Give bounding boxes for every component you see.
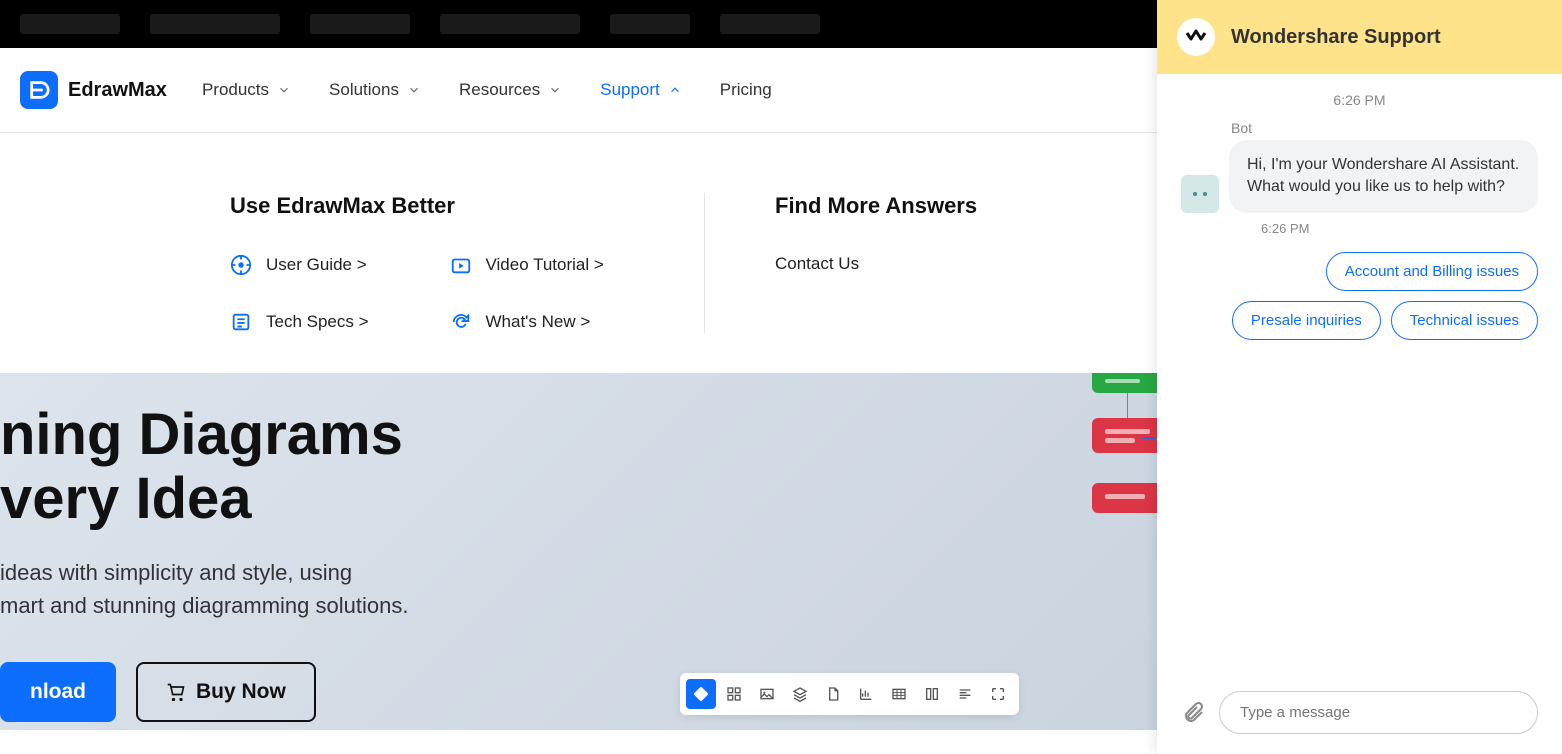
toolbar-image[interactable] xyxy=(752,679,782,709)
nav-pricing-label: Pricing xyxy=(720,80,772,100)
link-tech-specs-label: Tech Specs > xyxy=(266,312,369,332)
logo-section[interactable]: EdrawMax xyxy=(20,71,167,109)
toolbar-shape[interactable] xyxy=(686,679,716,709)
toolbar-expand[interactable] xyxy=(983,679,1013,709)
hero-buy-label: Buy Now xyxy=(196,680,286,704)
link-video-tutorial-label: Video Tutorial > xyxy=(486,255,604,275)
link-user-guide-label: User Guide > xyxy=(266,255,367,275)
diagram-toolbar xyxy=(680,673,1019,715)
hero-title-line1: ning Diagrams xyxy=(0,402,403,467)
nav-solutions-label: Solutions xyxy=(329,80,399,100)
hero-buttons: nload Buy Now xyxy=(0,662,781,722)
brand-name: EdrawMax xyxy=(68,79,167,102)
link-video-tutorial[interactable]: Video Tutorial > xyxy=(450,254,655,276)
chat-message-row: Hi, I'm your Wondershare AI Assistant. W… xyxy=(1181,140,1538,213)
blurred-tab xyxy=(720,14,820,34)
chat-header: Wondershare Support xyxy=(1157,0,1562,74)
target-icon xyxy=(230,254,252,276)
nav-support-label: Support xyxy=(600,80,660,100)
toolbar-table[interactable] xyxy=(884,679,914,709)
dropdown-col-find-answers: Find More Answers Contact Us xyxy=(705,193,977,333)
chevron-down-icon xyxy=(407,83,421,97)
refresh-icon xyxy=(450,311,472,333)
hero-sub-line2: mart and stunning diagramming solutions. xyxy=(0,593,408,618)
hero-content: ning Diagrams very Idea ideas with simpl… xyxy=(0,373,781,730)
specs-icon xyxy=(230,311,252,333)
blurred-tab xyxy=(610,14,690,34)
chat-input-area xyxy=(1157,675,1562,754)
chat-message-bubble: Hi, I'm your Wondershare AI Assistant. W… xyxy=(1229,140,1538,213)
nav-pricing[interactable]: Pricing xyxy=(720,80,772,100)
toolbar-grid[interactable] xyxy=(719,679,749,709)
quick-reply-presale[interactable]: Presale inquiries xyxy=(1232,301,1381,340)
nav-support[interactable]: Support xyxy=(600,80,682,100)
nav-resources[interactable]: Resources xyxy=(459,80,562,100)
video-icon xyxy=(450,254,472,276)
link-contact-us-label: Contact Us xyxy=(775,254,859,274)
chat-timestamp: 6:26 PM xyxy=(1181,92,1538,108)
chat-sender-label: Bot xyxy=(1231,120,1538,136)
chat-body: 6:26 PM Bot Hi, I'm your Wondershare AI … xyxy=(1157,74,1562,675)
quick-reply-technical[interactable]: Technical issues xyxy=(1391,301,1538,340)
nav-resources-label: Resources xyxy=(459,80,540,100)
link-whats-new-label: What's New > xyxy=(486,312,591,332)
dropdown-title-find-answers: Find More Answers xyxy=(775,193,977,219)
wondershare-logo-icon xyxy=(1177,18,1215,56)
blurred-tab xyxy=(310,14,410,34)
chevron-down-icon xyxy=(548,83,562,97)
hero-sub-line1: ideas with simplicity and style, using xyxy=(0,560,352,585)
toolbar-align[interactable] xyxy=(950,679,980,709)
chat-message-input[interactable] xyxy=(1219,691,1538,734)
diagram-node xyxy=(1092,373,1162,393)
hero-title-line2: very Idea xyxy=(0,466,252,531)
link-whats-new[interactable]: What's New > xyxy=(450,311,655,333)
link-user-guide[interactable]: User Guide > xyxy=(230,254,435,276)
dropdown-col-use-better: Use EdrawMax Better User Guide > Video T… xyxy=(230,193,705,333)
toolbar-columns[interactable] xyxy=(917,679,947,709)
link-contact-us[interactable]: Contact Us xyxy=(775,254,977,274)
chevron-up-icon xyxy=(668,83,682,97)
bot-avatar-icon xyxy=(1181,175,1219,213)
nav-solutions[interactable]: Solutions xyxy=(329,80,421,100)
blurred-tab xyxy=(20,14,120,34)
toolbar-document[interactable] xyxy=(818,679,848,709)
hero-title: ning Diagrams very Idea xyxy=(0,403,781,531)
toolbar-layers[interactable] xyxy=(785,679,815,709)
blurred-tab xyxy=(440,14,580,34)
dropdown-title-use-better: Use EdrawMax Better xyxy=(230,193,654,219)
blurred-tab xyxy=(150,14,280,34)
main-nav: Products Solutions Resources Support Pri… xyxy=(202,80,772,100)
nav-products-label: Products xyxy=(202,80,269,100)
quick-reply-billing[interactable]: Account and Billing issues xyxy=(1326,252,1538,291)
link-tech-specs[interactable]: Tech Specs > xyxy=(230,311,435,333)
nav-products[interactable]: Products xyxy=(202,80,291,100)
toolbar-chart[interactable] xyxy=(851,679,881,709)
chat-quick-replies: Account and Billing issues Presale inqui… xyxy=(1181,252,1538,340)
hero-download-button[interactable]: nload xyxy=(0,662,116,722)
hero-subtitle: ideas with simplicity and style, using m… xyxy=(0,556,781,622)
chat-title: Wondershare Support xyxy=(1231,26,1441,49)
chat-message-timestamp: 6:26 PM xyxy=(1261,221,1538,236)
support-chat-widget: Wondershare Support 6:26 PM Bot Hi, I'm … xyxy=(1157,0,1562,754)
paperclip-icon[interactable] xyxy=(1181,701,1205,725)
cart-icon xyxy=(166,682,186,702)
hero-buy-button[interactable]: Buy Now xyxy=(136,662,316,722)
edrawmax-logo-icon xyxy=(20,71,58,109)
chevron-down-icon xyxy=(277,83,291,97)
